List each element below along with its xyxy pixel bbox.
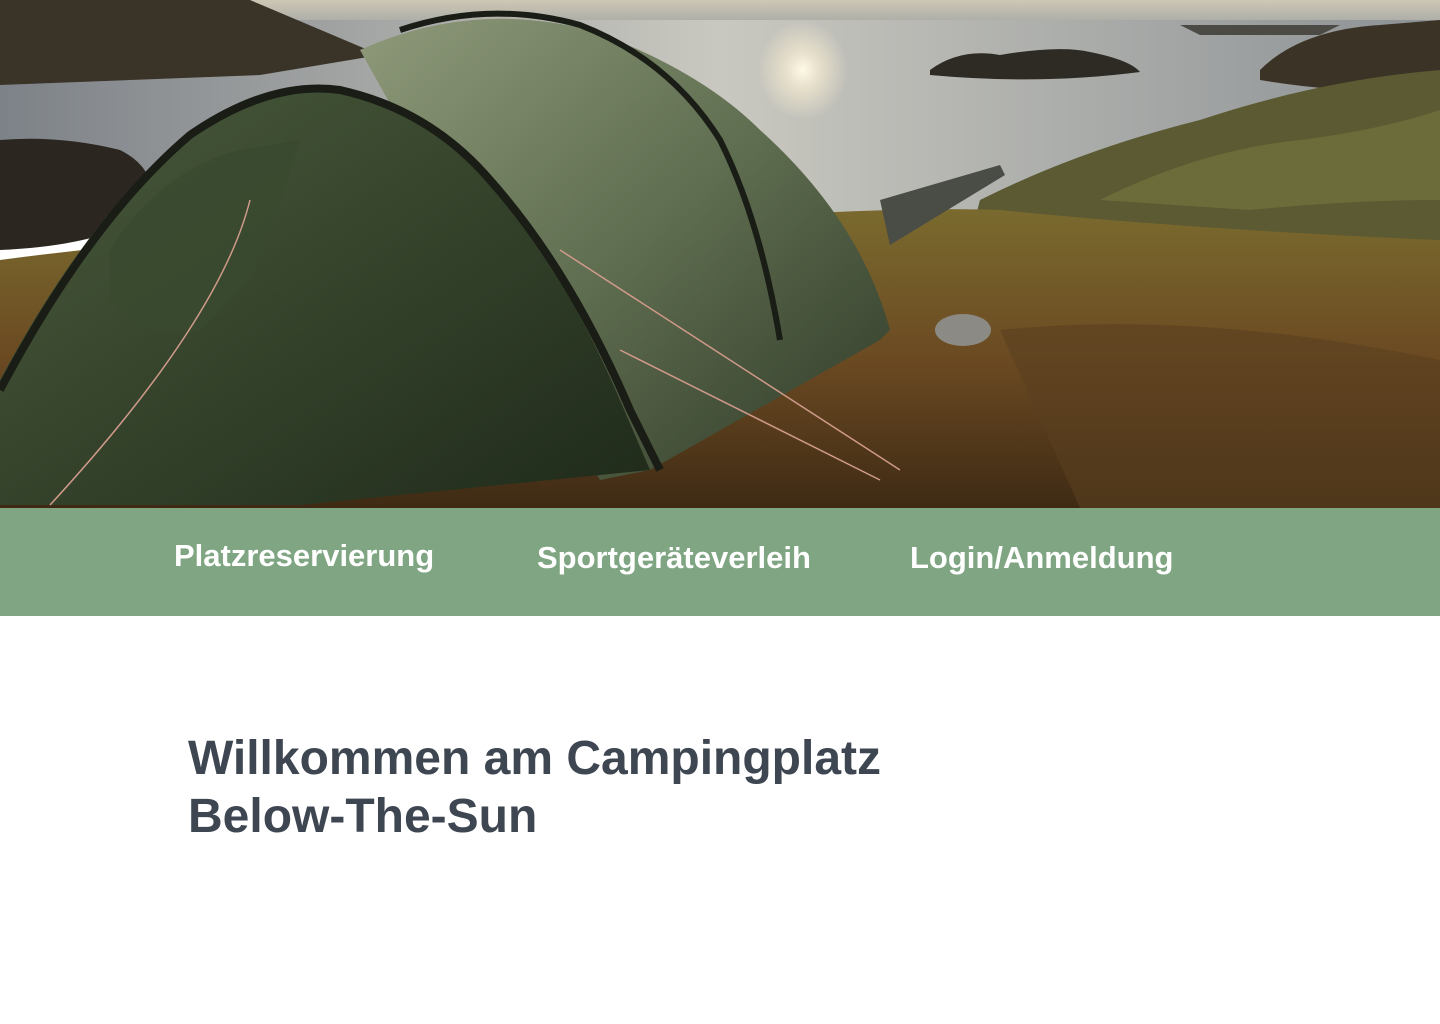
page-title-line-1: Willkommen am Campingplatz	[188, 732, 881, 785]
nav-item-login-anmeldung[interactable]: Login/Anmeldung	[910, 540, 1173, 576]
page-title-line-2: Below-The-Sun	[188, 790, 538, 843]
main-content: Willkommen am Campingplatz Below-The-Sun	[0, 616, 1440, 1024]
main-navigation: Platzreservierung Sportgeräteverleih Log…	[0, 508, 1440, 616]
nav-item-sportgeraeteverleih[interactable]: Sportgeräteverleih	[537, 540, 811, 576]
nav-item-platzreservierung[interactable]: Platzreservierung	[174, 538, 434, 574]
page-title: Willkommen am Campingplatz Below-The-Sun	[188, 730, 1088, 846]
hero-illustration	[0, 0, 1440, 508]
hero-image	[0, 0, 1440, 508]
